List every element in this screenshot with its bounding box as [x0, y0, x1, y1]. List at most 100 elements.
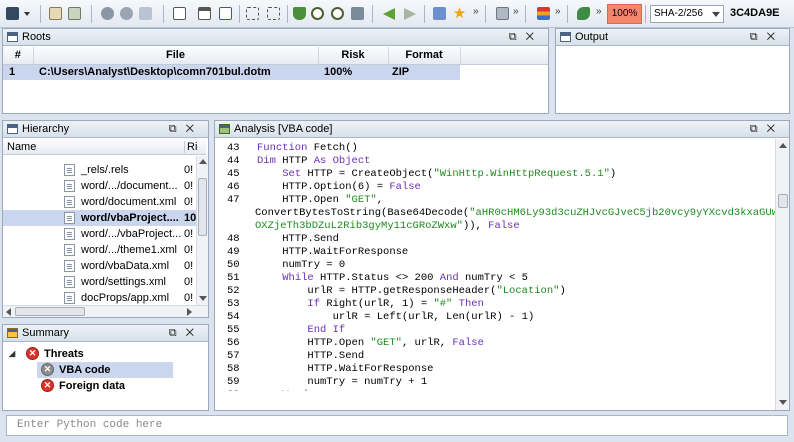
file-icon — [64, 276, 75, 288]
arrow-left-icon[interactable] — [381, 5, 398, 22]
app-window: ★ » » » » 100% SHA-2/256 3C4DA9E Roots ⧉… — [0, 0, 794, 442]
float-icon[interactable]: ⧉ — [750, 123, 767, 135]
settings-alt-icon[interactable] — [118, 5, 135, 22]
float-icon[interactable]: ⧉ — [509, 31, 526, 43]
close-icon[interactable]: ✕ — [186, 327, 203, 339]
more-icon[interactable]: » — [555, 6, 561, 17]
more-icon[interactable]: » — [513, 6, 519, 17]
row-risk: 100% — [318, 64, 388, 80]
float-icon[interactable]: ⧉ — [169, 327, 186, 339]
scroll-thumb[interactable] — [778, 194, 788, 208]
tree-item-risk: 10 — [184, 212, 197, 224]
chart-icon[interactable] — [535, 5, 552, 22]
column-header-file[interactable]: File — [33, 47, 319, 65]
column-header-risk[interactable]: Risk — [318, 47, 389, 65]
hash-algorithm-select[interactable]: SHA-2/256 — [650, 5, 724, 23]
menu-dropdown-icon[interactable] — [22, 5, 32, 22]
summary-icon — [7, 328, 18, 338]
code-text: HTTP.Send — [257, 350, 365, 362]
column-header-number[interactable]: # — [3, 47, 34, 65]
star-icon[interactable]: ★ — [451, 5, 468, 22]
float-icon[interactable]: ⧉ — [750, 31, 767, 43]
python-command-input[interactable]: Enter Python code here — [6, 415, 788, 436]
close-icon[interactable]: ✕ — [767, 31, 784, 43]
eraser-icon[interactable] — [349, 5, 366, 22]
window-icon[interactable] — [171, 5, 188, 22]
zoom-icon[interactable] — [309, 5, 326, 22]
line-number: 52 — [227, 285, 240, 297]
hierarchy-horizontal-scrollbar[interactable] — [3, 305, 208, 317]
tree-item-name: _rels/.rels — [81, 164, 129, 176]
tree-item[interactable]: word/.../theme1.xml 0! — [3, 242, 198, 258]
scroll-left-icon[interactable] — [6, 308, 11, 316]
scroll-down-icon[interactable] — [779, 400, 787, 405]
tree-item[interactable]: _rels/.rels 0! — [3, 162, 198, 178]
tree-item[interactable]: docProps/app.xml 0! — [3, 290, 198, 306]
scroll-thumb[interactable] — [15, 307, 85, 316]
tree-item-risk: 0! — [184, 276, 194, 288]
summary-title: Summary — [22, 327, 70, 339]
output-title-bar: Output ⧉✕ — [556, 29, 789, 46]
line-number: 50 — [227, 259, 240, 271]
vba-code-label: VBA code — [59, 364, 111, 376]
column-header-format[interactable]: Format — [388, 47, 461, 65]
wrench-icon[interactable] — [575, 5, 592, 22]
tree-item-name: word/vbaProject.... — [81, 212, 179, 224]
more-icon[interactable]: » — [473, 6, 479, 17]
scroll-up-icon[interactable] — [779, 143, 787, 148]
code-text: HTTP.Open "GET", — [257, 194, 384, 206]
zoom-alt-icon[interactable] — [329, 5, 346, 22]
vba-code-node[interactable]: ✕ VBA code — [37, 362, 173, 378]
code-editor[interactable]: 43 Function Fetch() 44 Dim HTTP As Object … — [215, 139, 775, 391]
close-icon[interactable]: ✕ — [767, 123, 784, 135]
file-icon — [64, 164, 75, 176]
tree-item[interactable]: word/.../vbaProject... 0! — [3, 226, 198, 242]
scroll-thumb[interactable] — [198, 178, 207, 236]
tree-item[interactable]: word/.../document... 0! — [3, 178, 198, 194]
roots-title: Roots — [22, 31, 51, 43]
toolbar: ★ » » » » 100% SHA-2/256 3C4DA9E — [0, 0, 794, 28]
fullscreen-alt-icon[interactable] — [265, 5, 282, 22]
scroll-right-icon[interactable] — [187, 308, 192, 316]
code-text: HTTP.Open "GET", urlR, False — [257, 337, 484, 349]
filter-icon[interactable] — [291, 5, 308, 22]
float-icon[interactable]: ⧉ — [169, 123, 186, 135]
script-icon[interactable] — [494, 5, 511, 22]
tree-item-selected[interactable]: word/vbaProject.... 10 — [3, 210, 198, 226]
tree-item-risk: 0! — [184, 244, 194, 256]
close-icon[interactable]: ✕ — [526, 31, 543, 43]
bookmark-icon[interactable] — [431, 5, 448, 22]
panel-icon — [7, 32, 18, 42]
code-text: ConvertBytesToString(Base64Decode("aHR0c… — [255, 207, 775, 219]
column-header-risk[interactable]: Ri — [184, 141, 197, 153]
tree-item[interactable]: word/document.xml 0! — [3, 194, 198, 210]
tree-item[interactable]: word/vbaData.xml 0! — [3, 258, 198, 274]
code-text: numTry = 0 — [257, 259, 346, 271]
code-text: HTTP.WaitForResponse — [257, 363, 434, 375]
analysis-vertical-scrollbar[interactable] — [775, 139, 789, 410]
open-icon[interactable] — [47, 5, 64, 22]
threat-icon: ✕ — [41, 363, 54, 376]
hierarchy-vertical-scrollbar[interactable] — [196, 156, 208, 306]
tree-item[interactable]: word/settings.xml 0! — [3, 274, 198, 290]
row-format: ZIP — [388, 64, 460, 80]
export-icon[interactable] — [137, 5, 154, 22]
hierarchy-title-bar: Hierarchy ⧉✕ — [3, 121, 208, 138]
line-number: 60 — [227, 389, 255, 391]
window-split-icon[interactable] — [217, 5, 234, 22]
window-alt-icon[interactable] — [196, 5, 213, 22]
fullscreen-icon[interactable] — [244, 5, 261, 22]
arrow-right-icon[interactable] — [401, 5, 418, 22]
expand-icon[interactable]: ◢ — [9, 346, 15, 362]
scroll-down-icon[interactable] — [199, 296, 207, 301]
scroll-up-icon[interactable] — [199, 159, 207, 164]
close-icon[interactable]: ✕ — [186, 123, 203, 135]
table-row[interactable]: 1 C:\Users\Analyst\Desktop\comn701bul.do… — [3, 64, 548, 80]
settings-icon[interactable] — [99, 5, 116, 22]
column-header-name[interactable]: Name — [7, 141, 36, 153]
hierarchy-panel: Hierarchy ⧉✕ Name Ri _rels/.rels 0! word/… — [2, 120, 209, 318]
menu-icon[interactable] — [4, 5, 21, 22]
save-icon[interactable] — [66, 5, 83, 22]
code-text: HTTP.Send — [257, 233, 339, 245]
more-icon[interactable]: » — [596, 6, 602, 17]
